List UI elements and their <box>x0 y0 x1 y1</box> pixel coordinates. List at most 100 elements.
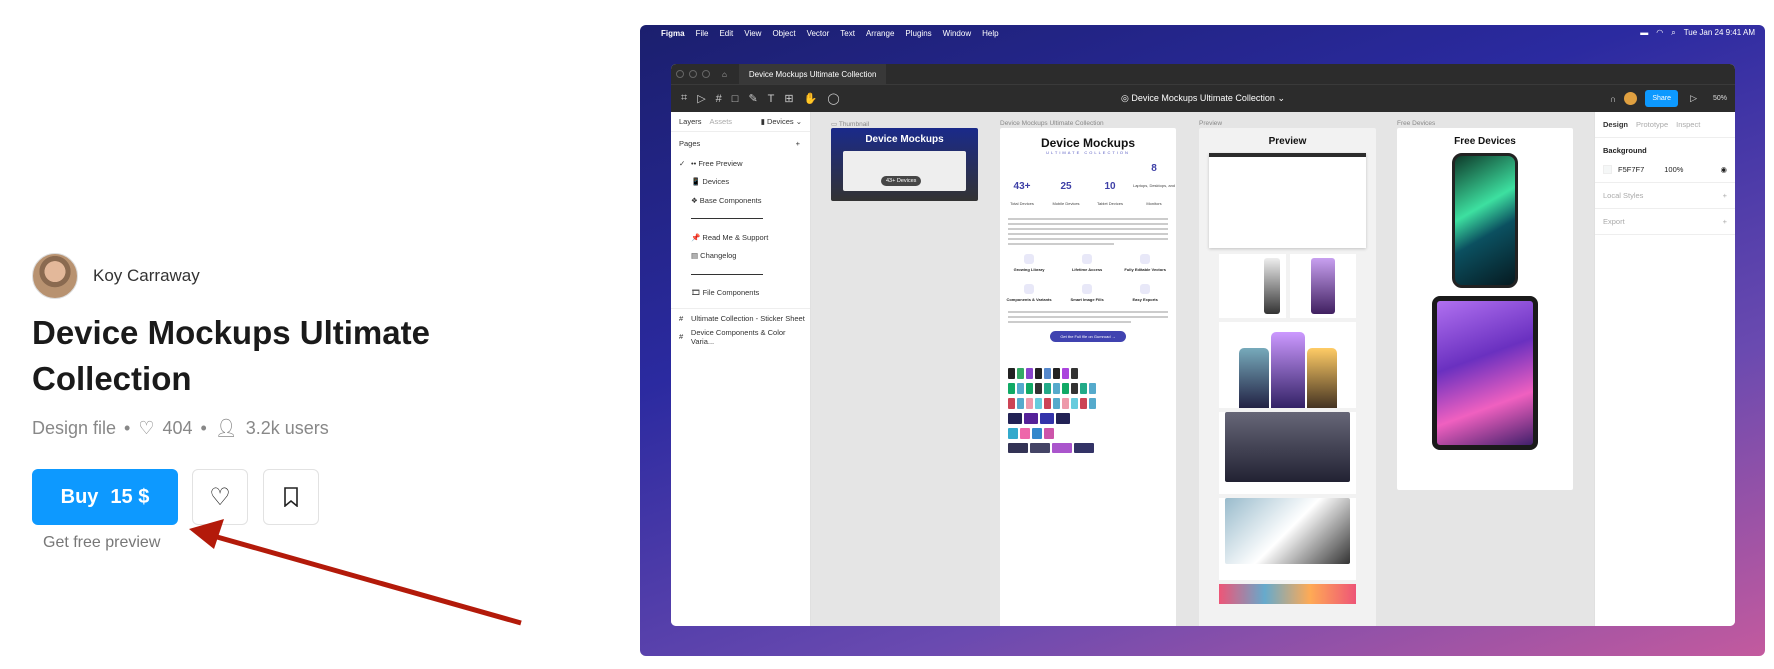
plus-icon: + <box>1722 217 1727 226</box>
hand-tool-icon: ✋ <box>803 93 818 105</box>
menu-item: View <box>744 28 762 38</box>
tab-design: Design <box>1603 120 1629 129</box>
layer-item: Device Components & Color Varia... <box>690 327 786 346</box>
like-button[interactable]: ♡ <box>192 469 248 525</box>
feature: Lifetime Access <box>1058 254 1116 272</box>
pages-label: Pages <box>679 138 701 148</box>
menu-item: Text <box>840 28 855 38</box>
share-button: Share <box>1645 90 1679 107</box>
file-type: Design file <box>32 418 117 438</box>
free-devices-title: Free Devices <box>1454 136 1516 147</box>
text-tool-icon: T <box>767 92 775 105</box>
author-avatar[interactable] <box>32 253 78 299</box>
plus-icon: + <box>1722 191 1727 200</box>
frame-label: Preview <box>1199 120 1223 127</box>
menu-item: Arrange <box>865 28 895 38</box>
doc-subtitle: ULTIMATE COLLECTION <box>1046 150 1130 155</box>
check-icon: ✓ <box>679 158 686 168</box>
user-avatar <box>1624 92 1638 105</box>
page-title: Device Mockups Ultimate Collection <box>32 314 430 397</box>
main-menu-icon: ⌗ <box>681 92 688 104</box>
tab-layers: Layers <box>679 117 702 126</box>
thumbnail-frame: Device Mockups 43+ Devices <box>831 128 978 201</box>
author-name[interactable]: Koy Carraway <box>93 266 200 286</box>
page-item: ▤ Changelog <box>691 251 737 261</box>
buy-button[interactable]: Buy 15 $ <box>32 469 178 525</box>
price: 15 $ <box>110 485 150 508</box>
headphones-icon: ∩ <box>1609 93 1617 104</box>
figma-window: ⌂ Device Mockups Ultimate Collection ⌗ ▷… <box>671 64 1735 626</box>
design-panel: Design Prototype Inspect Background F5F7… <box>1594 112 1735 626</box>
layers-panel: Layers Assets ▮ Devices ⌄ Pages + ✓ •• Fre… <box>671 112 811 626</box>
menu-app: Figma <box>661 28 685 38</box>
menu-item: File <box>695 28 709 38</box>
ipad-mockup <box>1432 296 1538 450</box>
bookmark-icon <box>284 487 298 507</box>
buy-label: Buy <box>60 485 99 508</box>
menu-item: Window <box>942 28 972 38</box>
users-count: 3.2k users <box>245 418 329 438</box>
doc-title: Device Mockups <box>1040 136 1136 150</box>
likes-count: 404 <box>162 418 193 438</box>
pen-tool-icon: ✎ <box>748 93 758 105</box>
wifi-icon: ◠ <box>1656 28 1664 37</box>
menu-item: Edit <box>719 28 734 38</box>
heart-icon: ♡ <box>138 418 155 438</box>
stat: 8 Laptops, Desktops, and Monitors <box>1132 163 1176 206</box>
figma-toolbar: ⌗ ▷ # □ ✎ T ⊞ ✋ ◯ ◎ Device Mockups Ultim… <box>671 84 1735 112</box>
thumb-title: Device Mockups <box>865 134 944 145</box>
frame-label: Free Devices <box>1397 120 1436 127</box>
feature: Smart Image Fills <box>1058 284 1116 302</box>
bg-hex: F5F7F7 <box>1618 165 1645 174</box>
play-icon: ▷ <box>1690 93 1697 103</box>
free-preview-link[interactable]: Get free preview <box>43 534 160 552</box>
figma-preview-image: Figma File Edit View Object Vector Text … <box>640 25 1765 656</box>
page-item: 🎞 File Components <box>691 288 760 298</box>
page-item: 📱 Devices <box>691 177 730 187</box>
menu-item: Object <box>772 28 796 38</box>
feature: Easy Exports <box>1116 284 1174 302</box>
layer-item: Ultimate Collection - Sticker Sheet <box>691 313 805 323</box>
search-icon: ⌕ <box>1671 28 1676 37</box>
feature: Growing Library <box>1000 254 1058 272</box>
battery-icon: ▬ <box>1640 28 1649 37</box>
tab-inspect: Inspect <box>1676 120 1701 129</box>
doc-cta-button: Get the Full file on Gumroad → <box>1050 331 1126 342</box>
move-tool-icon: ▷ <box>697 93 706 105</box>
mac-menubar: Figma File Edit View Object Vector Text … <box>640 25 1765 41</box>
bookmark-button[interactable] <box>263 469 319 525</box>
file-tab: Device Mockups Ultimate Collection <box>738 64 887 84</box>
tab-prototype: Prototype <box>1636 120 1669 129</box>
add-page-icon: + <box>795 138 800 148</box>
export-label: Export <box>1603 217 1625 226</box>
shape-tool-icon: □ <box>731 92 739 105</box>
stat: 10 Tablet Devices <box>1096 181 1123 206</box>
doc-frame: Device Mockups ULTIMATE COLLECTION 43+ To… <box>1000 128 1176 626</box>
file-name: ◎ Device Mockups Ultimate Collection ⌄ <box>1121 93 1285 103</box>
frame-icon: # <box>679 332 684 342</box>
tab-bar: ⌂ Device Mockups Ultimate Collection <box>671 64 1735 84</box>
free-devices-frame: Free Devices <box>1397 128 1573 490</box>
frame-icon: # <box>679 313 684 323</box>
comment-icon: ◯ <box>827 93 840 105</box>
zoom-level: 50% <box>1712 95 1727 102</box>
menu-item: Plugins <box>905 28 932 38</box>
menu-item: Help <box>982 28 999 38</box>
user-icon: 👤︎ <box>214 418 238 438</box>
clock: Tue Jan 24 9:41 AM <box>1683 28 1755 37</box>
page-select: ▮ Devices ⌄ <box>760 117 802 126</box>
eye-icon: ◉ <box>1720 165 1727 174</box>
preview-title: Preview <box>1268 136 1307 147</box>
home-icon: ⌂ <box>722 69 727 79</box>
stat: 25 Mobile Devices <box>1052 181 1080 206</box>
file-meta: Design file • ♡ 404 • 👤︎ 3.2k users <box>32 418 329 438</box>
feature: Fully Editable Vectors <box>1116 254 1174 272</box>
tab-assets: Assets <box>709 117 733 126</box>
local-styles-label: Local Styles <box>1603 191 1644 200</box>
thumb-badge: 43+ Devices <box>881 176 922 186</box>
preview-frame: Preview <box>1199 128 1376 626</box>
bg-opacity: 100% <box>1664 165 1684 174</box>
stat: 43+ Total Devices <box>1010 181 1034 206</box>
frame-label: ▭ Thumbnail <box>831 121 870 128</box>
page-item: 📌 Read Me & Support <box>691 232 769 242</box>
